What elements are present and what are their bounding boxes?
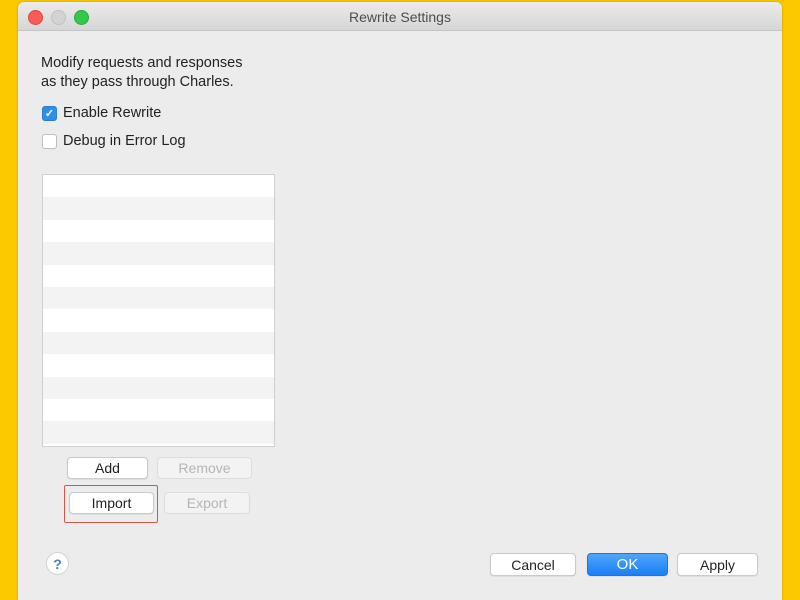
help-icon[interactable]: ? [46,552,69,575]
window-title: Rewrite Settings [349,9,451,25]
list-row[interactable] [43,331,274,355]
checkbox-empty-icon[interactable] [42,133,57,149]
debug-error-log-label: Debug in Error Log [63,133,186,149]
description-line-2: as they pass through Charles. [41,74,234,90]
list-row[interactable] [43,219,274,243]
list-row[interactable] [43,354,274,377]
title-bar: Rewrite Settings [18,2,782,31]
add-button[interactable]: Add [67,457,148,479]
apply-button[interactable]: Apply [677,553,758,576]
list-row[interactable] [43,309,274,332]
list-row[interactable] [43,264,274,287]
list-row[interactable] [43,242,274,265]
list-row[interactable] [43,421,274,444]
export-button[interactable]: Export [164,492,250,514]
list-row[interactable] [43,197,274,220]
debug-error-log-checkbox[interactable]: Debug in Error Log [42,133,186,149]
remove-button[interactable]: Remove [157,457,252,479]
description: Modify requests and responses as they pa… [41,54,321,92]
description-line-1: Modify requests and responses [41,55,243,71]
rewrite-rules-list[interactable] [42,174,275,447]
checkmark-icon[interactable]: ✓ [42,105,57,121]
enable-rewrite-label: Enable Rewrite [63,105,162,121]
rewrite-settings-window: Rewrite Settings Modify requests and res… [18,2,782,600]
list-row[interactable] [43,286,274,310]
list-row[interactable] [43,175,274,198]
enable-rewrite-checkbox[interactable]: ✓ Enable Rewrite [42,105,161,121]
cancel-button[interactable]: Cancel [490,553,576,576]
import-button[interactable]: Import [69,492,154,514]
ok-button[interactable]: OK [587,553,668,576]
list-row[interactable] [43,376,274,399]
list-row[interactable] [43,398,274,422]
